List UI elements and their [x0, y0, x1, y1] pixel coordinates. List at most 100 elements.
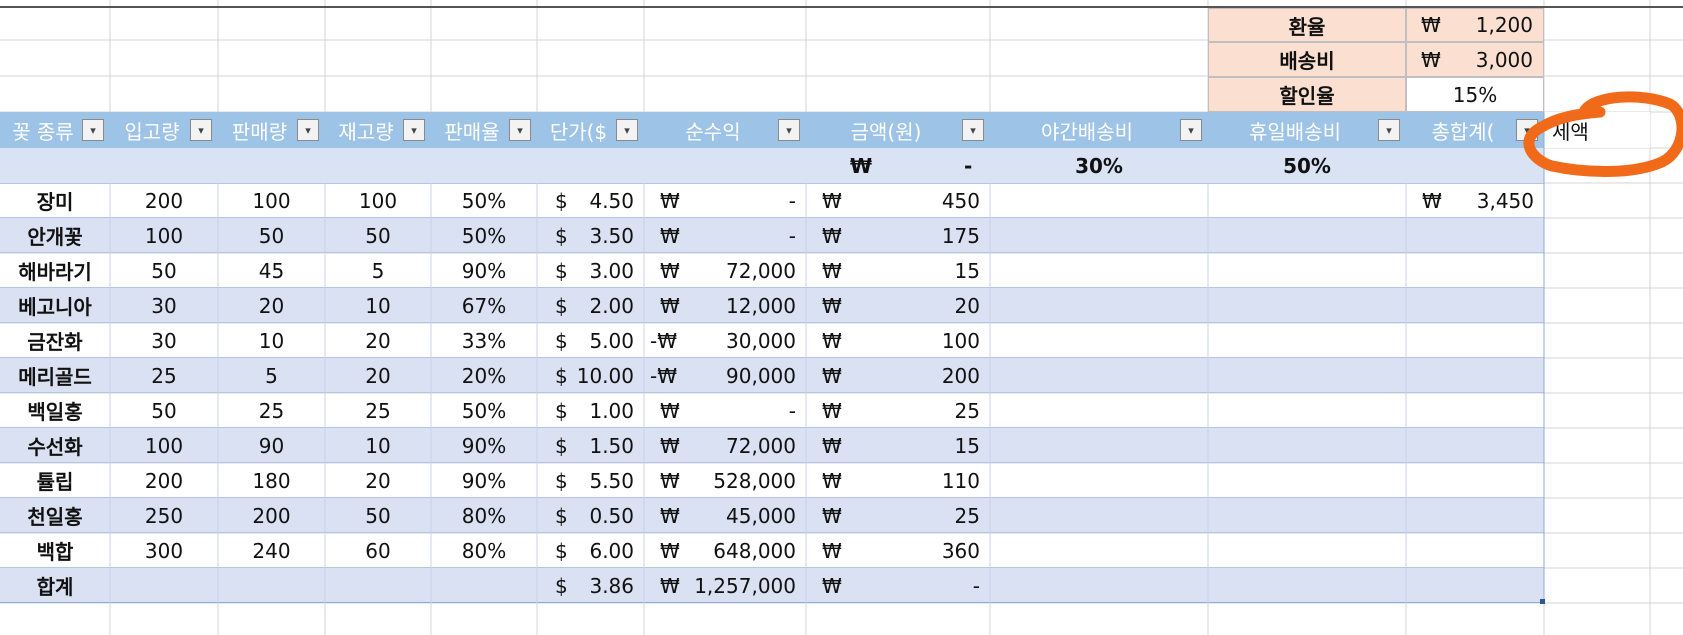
- cell-holiday-shipping[interactable]: [1208, 253, 1406, 288]
- cell-stock[interactable]: 25: [325, 393, 431, 428]
- cell-amount-won[interactable]: 175: [806, 218, 990, 253]
- cell-unit-price[interactable]: 4.50: [537, 183, 644, 218]
- cell-rate[interactable]: 33%: [431, 323, 537, 358]
- filter-dropdown-button[interactable]: ▾: [1516, 119, 1538, 141]
- filter-dropdown-button[interactable]: ▾: [297, 119, 319, 141]
- cell-stock[interactable]: [325, 568, 431, 603]
- param-value-exchange[interactable]: ₩ 1,200: [1406, 8, 1544, 42]
- flower-name-cell[interactable]: 백합: [0, 533, 110, 568]
- cell-holiday-shipping[interactable]: [1208, 218, 1406, 253]
- param-value-discount[interactable]: 15%: [1406, 77, 1544, 112]
- cell-unit-price[interactable]: 10.00: [537, 358, 644, 393]
- cell-in[interactable]: [110, 568, 218, 603]
- flower-name-cell[interactable]: 장미: [0, 183, 110, 218]
- cell-stock[interactable]: 20: [325, 463, 431, 498]
- cell-rate[interactable]: 67%: [431, 288, 537, 323]
- filter-dropdown-button[interactable]: ▾: [509, 119, 531, 141]
- cell-in[interactable]: 100: [110, 428, 218, 463]
- cell-amount-won[interactable]: 450: [806, 183, 990, 218]
- cell-amount-won[interactable]: 15: [806, 253, 990, 288]
- cell-night-shipping[interactable]: [990, 218, 1208, 253]
- cell-rate[interactable]: 20%: [431, 358, 537, 393]
- cell-unit-price[interactable]: 1.00: [537, 393, 644, 428]
- cell-sold[interactable]: 180: [218, 463, 325, 498]
- cell-stock[interactable]: 100: [325, 183, 431, 218]
- cell-unit-price[interactable]: 3.50: [537, 218, 644, 253]
- cell-net-profit[interactable]: -: [644, 218, 806, 253]
- cell-in[interactable]: 50: [110, 253, 218, 288]
- cell-net-profit[interactable]: 45,000: [644, 498, 806, 533]
- night-shipping-rate[interactable]: 30%: [990, 148, 1208, 183]
- cell-unit-price[interactable]: 6.00: [537, 533, 644, 568]
- cell-sold[interactable]: 100: [218, 183, 325, 218]
- column-header-9[interactable]: 야간배송비: [990, 112, 1208, 148]
- cell-holiday-shipping[interactable]: [1208, 533, 1406, 568]
- cell-net-profit[interactable]: 528,000: [644, 463, 806, 498]
- cell-unit-price[interactable]: 3.86: [537, 568, 644, 603]
- cell-amount-won[interactable]: 200: [806, 358, 990, 393]
- cell-in[interactable]: 300: [110, 533, 218, 568]
- cell-sold[interactable]: 10: [218, 323, 325, 358]
- cell-grand-total[interactable]: [1406, 463, 1544, 498]
- cell-unit-price[interactable]: 0.50: [537, 498, 644, 533]
- cell-sold[interactable]: 90: [218, 428, 325, 463]
- cell-in[interactable]: 100: [110, 218, 218, 253]
- cell-night-shipping[interactable]: [990, 358, 1208, 393]
- cell-amount-won[interactable]: 25: [806, 498, 990, 533]
- cell-grand-total[interactable]: [1406, 253, 1544, 288]
- cell-in[interactable]: 30: [110, 288, 218, 323]
- cell-amount-won[interactable]: 110: [806, 463, 990, 498]
- cell-night-shipping[interactable]: [990, 428, 1208, 463]
- cell-holiday-shipping[interactable]: [1208, 393, 1406, 428]
- cell-amount-won[interactable]: 20: [806, 288, 990, 323]
- filter-dropdown-button[interactable]: ▾: [1378, 119, 1400, 141]
- flower-name-cell[interactable]: 안개꽃: [0, 218, 110, 253]
- cell-holiday-shipping[interactable]: [1208, 463, 1406, 498]
- cell-net-profit[interactable]: -: [644, 183, 806, 218]
- cell-rate[interactable]: 90%: [431, 428, 537, 463]
- cell-net-profit[interactable]: 72,000: [644, 428, 806, 463]
- flower-name-cell[interactable]: 메리골드: [0, 358, 110, 393]
- cell-stock[interactable]: 50: [325, 218, 431, 253]
- cell-sold[interactable]: 50: [218, 218, 325, 253]
- cell-net-profit[interactable]: 1,257,000: [644, 568, 806, 603]
- cell-net-profit[interactable]: 648,000: [644, 533, 806, 568]
- cell-sold[interactable]: 20: [218, 288, 325, 323]
- cell-holiday-shipping[interactable]: [1208, 428, 1406, 463]
- cell-grand-total[interactable]: [1406, 358, 1544, 393]
- flower-name-cell[interactable]: 천일홍: [0, 498, 110, 533]
- flower-name-cell[interactable]: 합계: [0, 568, 110, 603]
- cell-holiday-shipping[interactable]: [1208, 183, 1406, 218]
- cell-rate[interactable]: 90%: [431, 463, 537, 498]
- filter-dropdown-button[interactable]: ▾: [778, 119, 800, 141]
- cell-amount-won[interactable]: -: [806, 568, 990, 603]
- cell-amount-won[interactable]: 100: [806, 323, 990, 358]
- cell-unit-price[interactable]: 2.00: [537, 288, 644, 323]
- cell-in[interactable]: 200: [110, 463, 218, 498]
- cell-holiday-shipping[interactable]: [1208, 358, 1406, 393]
- cell-stock[interactable]: 10: [325, 428, 431, 463]
- cell-holiday-shipping[interactable]: [1208, 288, 1406, 323]
- cell-net-profit[interactable]: 30,000: [644, 323, 806, 358]
- cell-sold[interactable]: 240: [218, 533, 325, 568]
- cell-unit-price[interactable]: 3.00: [537, 253, 644, 288]
- cell-rate[interactable]: 50%: [431, 218, 537, 253]
- cell-stock[interactable]: 20: [325, 323, 431, 358]
- holiday-shipping-rate[interactable]: 50%: [1208, 148, 1406, 183]
- cell-holiday-shipping[interactable]: [1208, 568, 1406, 603]
- cell-holiday-shipping[interactable]: [1208, 498, 1406, 533]
- cell-rate[interactable]: 80%: [431, 498, 537, 533]
- column-header-12[interactable]: 세액: [1544, 112, 1650, 148]
- cell-unit-price[interactable]: 5.50: [537, 463, 644, 498]
- cell-in[interactable]: 30: [110, 323, 218, 358]
- cell-grand-total[interactable]: [1406, 568, 1544, 603]
- cell-rate[interactable]: 50%: [431, 393, 537, 428]
- table-resize-handle[interactable]: [1540, 599, 1545, 604]
- cell-in[interactable]: 250: [110, 498, 218, 533]
- param-label-exchange[interactable]: 환율: [1208, 8, 1406, 42]
- cell-stock[interactable]: 50: [325, 498, 431, 533]
- cell-night-shipping[interactable]: [990, 533, 1208, 568]
- cell-grand-total[interactable]: [1406, 498, 1544, 533]
- flower-name-cell[interactable]: 베고니아: [0, 288, 110, 323]
- cell-night-shipping[interactable]: [990, 463, 1208, 498]
